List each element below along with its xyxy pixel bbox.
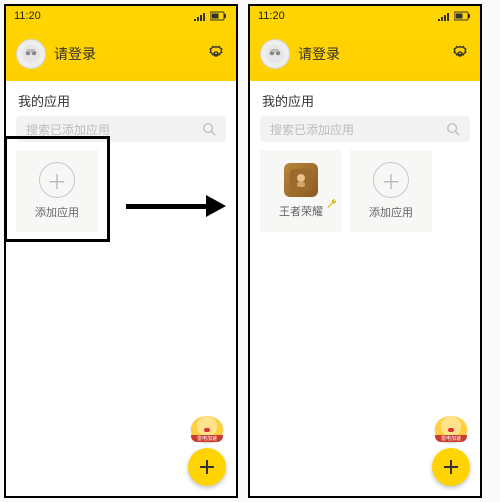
login-text: 请登录 bbox=[298, 44, 340, 64]
mascot-icon[interactable]: 雷电加速 bbox=[435, 416, 467, 442]
wrench-icon bbox=[326, 198, 338, 210]
add-app-label: 添加应用 bbox=[35, 204, 79, 220]
plus-icon bbox=[441, 457, 461, 477]
plus-icon: ＋ bbox=[39, 162, 75, 198]
search-placeholder: 搜索已添加应用 bbox=[26, 121, 110, 138]
avatar bbox=[260, 39, 290, 69]
tutorial-arrow-icon bbox=[126, 196, 226, 216]
settings-button[interactable] bbox=[450, 44, 470, 64]
fab-add-button[interactable] bbox=[432, 448, 470, 486]
search-icon bbox=[202, 122, 216, 136]
mascot-band: 雷电加速 bbox=[435, 435, 467, 442]
fab-add-button[interactable] bbox=[188, 448, 226, 486]
status-indicators bbox=[194, 11, 228, 21]
app-label: 王者荣耀 bbox=[279, 203, 323, 219]
status-bar: 11:20 bbox=[250, 6, 480, 26]
login-text: 请登录 bbox=[54, 44, 96, 64]
app-grid: ＋ 添加应用 bbox=[6, 150, 236, 232]
app-grid: 王者荣耀 ＋ 添加应用 bbox=[250, 150, 480, 232]
section-title: 我的应用 bbox=[6, 81, 236, 116]
search-input[interactable]: 搜索已添加应用 bbox=[260, 116, 470, 142]
app-header: 请登录 bbox=[6, 26, 236, 81]
signal-icon bbox=[194, 11, 206, 21]
search-placeholder: 搜索已添加应用 bbox=[270, 121, 354, 138]
status-bar: 11:20 bbox=[6, 6, 236, 26]
plus-icon: ＋ bbox=[373, 162, 409, 198]
battery-icon bbox=[210, 11, 228, 21]
avatar bbox=[16, 39, 46, 69]
status-time: 11:20 bbox=[14, 10, 41, 22]
add-app-tile[interactable]: ＋ 添加应用 bbox=[16, 150, 98, 232]
status-time: 11:20 bbox=[258, 10, 285, 22]
status-indicators bbox=[438, 11, 472, 21]
battery-icon bbox=[454, 11, 472, 21]
add-app-tile[interactable]: ＋ 添加应用 bbox=[350, 150, 432, 232]
section-title: 我的应用 bbox=[250, 81, 480, 116]
search-icon bbox=[446, 122, 460, 136]
phone-before: 11:20 请登录 我的应用 搜索已添加应用 ＋ bbox=[4, 4, 238, 498]
add-app-label: 添加应用 bbox=[369, 204, 413, 220]
mascot-icon[interactable]: 雷电加速 bbox=[191, 416, 223, 442]
plus-icon bbox=[197, 457, 217, 477]
app-header: 请登录 bbox=[250, 26, 480, 81]
user-block[interactable]: 请登录 bbox=[260, 39, 340, 69]
app-icon bbox=[284, 163, 318, 197]
signal-icon bbox=[438, 11, 450, 21]
app-tile-wangzhe[interactable]: 王者荣耀 bbox=[260, 150, 342, 232]
settings-button[interactable] bbox=[206, 44, 226, 64]
phone-after: 11:20 请登录 我的应用 搜索已添加应用 bbox=[248, 4, 482, 498]
search-input[interactable]: 搜索已添加应用 bbox=[16, 116, 226, 142]
user-block[interactable]: 请登录 bbox=[16, 39, 96, 69]
mascot-band: 雷电加速 bbox=[191, 435, 223, 442]
